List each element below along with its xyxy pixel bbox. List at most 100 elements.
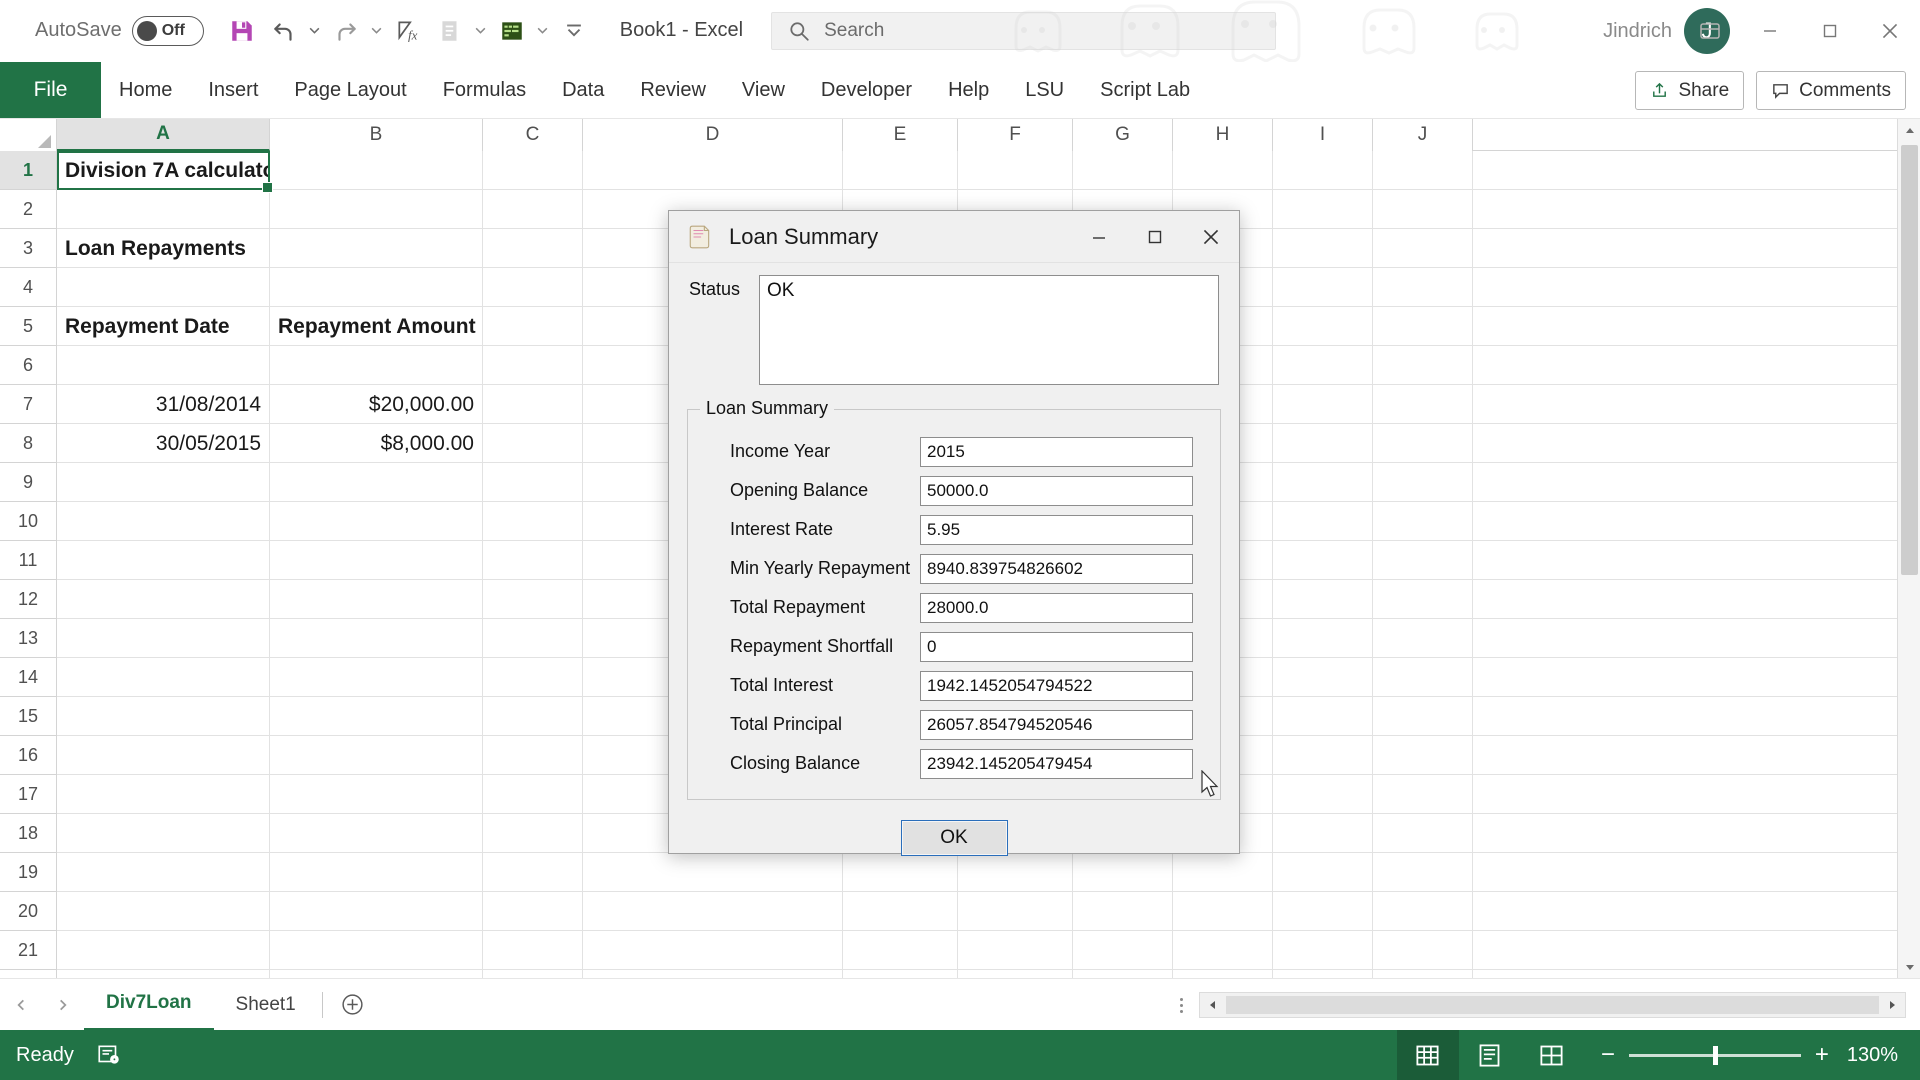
cell-J20[interactable]: [1373, 892, 1473, 931]
add-sheet-button[interactable]: [327, 979, 379, 1031]
cell-B15[interactable]: [270, 697, 483, 736]
field-value-total-repayment[interactable]: 28000.0: [920, 592, 1193, 623]
field-value-min-yearly-repayment[interactable]: 8940.839754826602: [920, 553, 1193, 584]
ribbon-display-options-icon[interactable]: [1680, 0, 1740, 62]
paste-chevron-down-icon[interactable]: [472, 10, 490, 52]
cell-H21[interactable]: [1173, 931, 1273, 970]
row-header-12[interactable]: 12: [0, 580, 56, 619]
row-header-20[interactable]: 20: [0, 892, 56, 931]
row-header-4[interactable]: 4: [0, 268, 56, 307]
cell-J9[interactable]: [1373, 463, 1473, 502]
cell-A6[interactable]: [57, 346, 270, 385]
cell-F22[interactable]: [958, 970, 1073, 978]
zoom-out-button[interactable]: −: [1601, 1041, 1615, 1069]
cell-C13[interactable]: [483, 619, 583, 658]
cell-A9[interactable]: [57, 463, 270, 502]
cell-J10[interactable]: [1373, 502, 1473, 541]
cell-C16[interactable]: [483, 736, 583, 775]
cell-J14[interactable]: [1373, 658, 1473, 697]
cell-C11[interactable]: [483, 541, 583, 580]
cell-E20[interactable]: [843, 892, 958, 931]
cell-I13[interactable]: [1273, 619, 1373, 658]
macro-icon[interactable]: [492, 10, 532, 52]
cell-A5[interactable]: Repayment Date: [57, 307, 270, 346]
cell-I15[interactable]: [1273, 697, 1373, 736]
cell-I7[interactable]: [1273, 385, 1373, 424]
zoom-control[interactable]: − +: [1601, 1041, 1829, 1069]
sheet-tab-sheet1[interactable]: Sheet1: [214, 979, 318, 1031]
redo-chevron-down-icon[interactable]: [368, 10, 386, 52]
tab-data[interactable]: Data: [544, 62, 622, 118]
row-header-18[interactable]: 18: [0, 814, 56, 853]
cell-B7[interactable]: $20,000.00: [270, 385, 483, 424]
cell-E1[interactable]: [843, 151, 958, 190]
row-header-2[interactable]: 2: [0, 190, 56, 229]
tab-formulas[interactable]: Formulas: [425, 62, 544, 118]
cell-B21[interactable]: [270, 931, 483, 970]
cell-D21[interactable]: [583, 931, 843, 970]
status-textarea[interactable]: OK: [759, 275, 1219, 385]
cell-A8[interactable]: 30/05/2015: [57, 424, 270, 463]
sheet-tab-div7loan[interactable]: Div7Loan: [84, 978, 214, 1031]
vertical-scroll-thumb[interactable]: [1901, 145, 1918, 575]
cell-F19[interactable]: [958, 853, 1073, 892]
cell-I22[interactable]: [1273, 970, 1373, 978]
cell-C5[interactable]: [483, 307, 583, 346]
undo-icon[interactable]: [264, 10, 304, 52]
cell-A1[interactable]: Division 7A calculator: [57, 151, 270, 190]
row-header-1[interactable]: 1: [0, 151, 56, 190]
cell-B9[interactable]: [270, 463, 483, 502]
cell-A21[interactable]: [57, 931, 270, 970]
cell-A16[interactable]: [57, 736, 270, 775]
column-header-C[interactable]: C: [483, 119, 583, 151]
scroll-right-arrow-icon[interactable]: [1879, 993, 1905, 1017]
tab-review[interactable]: Review: [622, 62, 724, 118]
cell-E22[interactable]: [843, 970, 958, 978]
cell-A4[interactable]: [57, 268, 270, 307]
cell-F1[interactable]: [958, 151, 1073, 190]
cell-J17[interactable]: [1373, 775, 1473, 814]
cell-I12[interactable]: [1273, 580, 1373, 619]
cell-J1[interactable]: [1373, 151, 1473, 190]
cell-E19[interactable]: [843, 853, 958, 892]
cell-C12[interactable]: [483, 580, 583, 619]
share-button[interactable]: Share: [1635, 71, 1745, 110]
cell-J21[interactable]: [1373, 931, 1473, 970]
restore-icon[interactable]: [1800, 0, 1860, 62]
cell-C14[interactable]: [483, 658, 583, 697]
cell-I16[interactable]: [1273, 736, 1373, 775]
cell-C4[interactable]: [483, 268, 583, 307]
field-value-income-year[interactable]: 2015: [920, 436, 1193, 467]
zoom-in-button[interactable]: +: [1815, 1041, 1829, 1069]
cell-A13[interactable]: [57, 619, 270, 658]
cell-D1[interactable]: [583, 151, 843, 190]
cell-H20[interactable]: [1173, 892, 1273, 931]
column-header-D[interactable]: D: [583, 119, 843, 151]
zoom-level[interactable]: 130%: [1847, 1044, 1898, 1067]
column-header-E[interactable]: E: [843, 119, 958, 151]
cell-J11[interactable]: [1373, 541, 1473, 580]
cell-J12[interactable]: [1373, 580, 1473, 619]
clipboard-icon[interactable]: [430, 10, 470, 52]
cell-D22[interactable]: [583, 970, 843, 978]
row-header-8[interactable]: 8: [0, 424, 56, 463]
row-header-10[interactable]: 10: [0, 502, 56, 541]
tab-view[interactable]: View: [724, 62, 803, 118]
zoom-slider[interactable]: [1628, 1045, 1801, 1065]
row-header-19[interactable]: 19: [0, 853, 56, 892]
cell-J6[interactable]: [1373, 346, 1473, 385]
cell-I8[interactable]: [1273, 424, 1373, 463]
customize-qat-icon[interactable]: [554, 10, 594, 52]
tab-file[interactable]: File: [0, 62, 101, 118]
autosave-switch[interactable]: Off: [131, 15, 204, 46]
cell-B19[interactable]: [270, 853, 483, 892]
cell-I2[interactable]: [1273, 190, 1373, 229]
cell-J2[interactable]: [1373, 190, 1473, 229]
cell-J13[interactable]: [1373, 619, 1473, 658]
cell-A3[interactable]: Loan Repayments: [57, 229, 270, 268]
cell-I9[interactable]: [1273, 463, 1373, 502]
cell-D19[interactable]: [583, 853, 843, 892]
save-icon[interactable]: [222, 10, 262, 52]
cell-I3[interactable]: [1273, 229, 1373, 268]
cell-I4[interactable]: [1273, 268, 1373, 307]
